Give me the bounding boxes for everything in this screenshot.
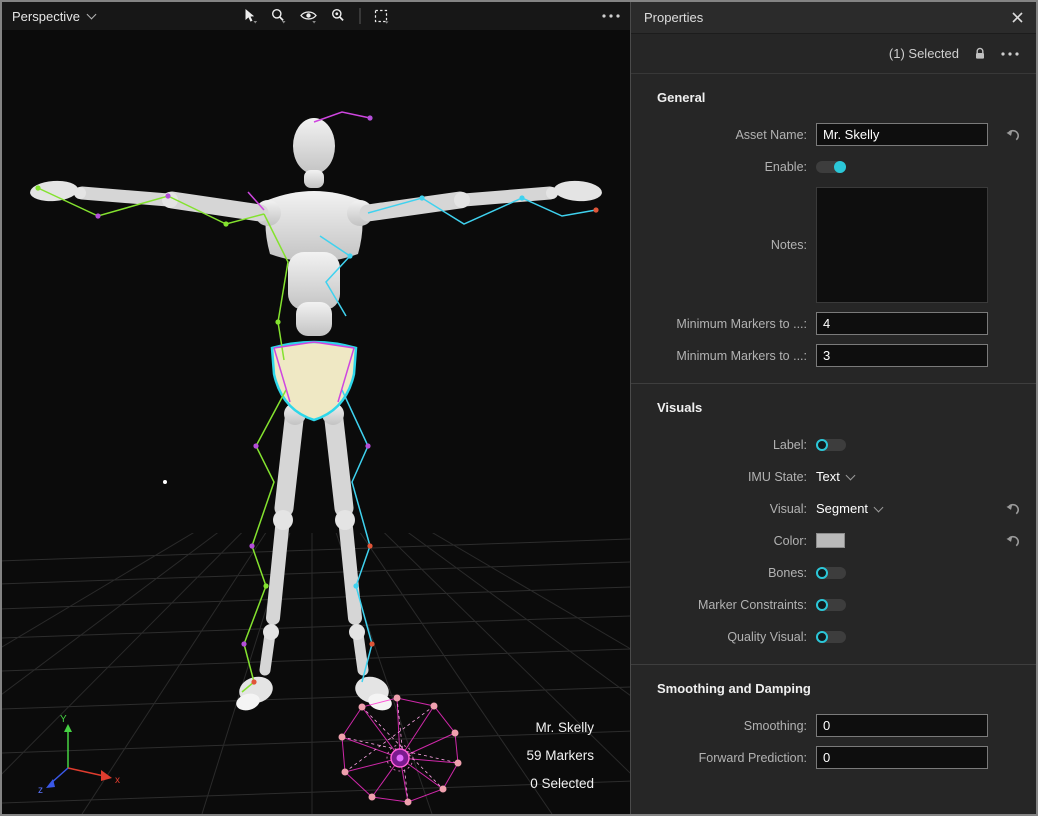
chevron-down-icon	[874, 502, 884, 512]
notes-textarea[interactable]	[816, 187, 988, 303]
min-markers-track-label: Minimum Markers to ...:	[631, 349, 816, 363]
bones-row: Bones:	[631, 561, 1036, 584]
magnifier-alt-icon[interactable]	[331, 8, 347, 24]
smoothing-row: Smoothing:	[631, 714, 1036, 737]
quality-visual-row: Quality Visual:	[631, 625, 1036, 648]
quality-visual-toggle[interactable]	[816, 631, 846, 643]
forward-prediction-input[interactable]	[816, 746, 988, 769]
properties-panel: Properties (1) Selected General Asset Na…	[630, 2, 1036, 814]
viewport-more-options-icon[interactable]	[602, 14, 620, 18]
color-reset-icon[interactable]	[1006, 534, 1020, 547]
marker-constraints-toggle[interactable]	[816, 599, 846, 611]
axis-z-label: z	[38, 785, 43, 796]
smoothing-label: Smoothing:	[631, 719, 816, 733]
scene-3d[interactable]: Y x z	[2, 30, 630, 814]
section-visuals-title: Visuals	[657, 400, 1036, 415]
visual-value: Segment	[816, 501, 868, 516]
toggle-knob	[816, 599, 828, 611]
enable-label: Enable:	[631, 160, 816, 174]
overlay-marker-count: 59 Markers	[526, 742, 594, 770]
notes-label: Notes:	[631, 238, 816, 252]
asset-name-row: Asset Name:	[631, 123, 1036, 146]
camera-selector-dropdown[interactable]: Perspective	[12, 9, 95, 24]
section-smoothing-title: Smoothing and Damping	[657, 681, 1036, 696]
min-markers-boot-row: Minimum Markers to ...:	[631, 312, 1036, 335]
min-markers-boot-input[interactable]	[816, 312, 988, 335]
visual-dropdown[interactable]: Segment	[816, 501, 882, 516]
section-divider	[631, 664, 1036, 665]
visibility-icon[interactable]	[300, 8, 318, 24]
imu-state-dropdown[interactable]: Text	[816, 469, 854, 484]
toggle-knob	[816, 567, 828, 579]
viewport-toolbar: Perspective	[2, 2, 630, 30]
close-icon[interactable]	[1012, 12, 1023, 23]
forward-prediction-row: Forward Prediction:	[631, 746, 1036, 769]
label-toggle-label: Label:	[631, 438, 816, 452]
toggle-knob	[816, 439, 828, 451]
panel-more-options-icon[interactable]	[1001, 52, 1019, 56]
toggle-knob	[816, 631, 828, 643]
marquee-select-icon[interactable]	[374, 8, 390, 24]
selected-count-label: (1) Selected	[889, 46, 959, 61]
marker-constraints-label: Marker Constraints:	[631, 598, 816, 612]
imu-state-row: IMU State: Text	[631, 465, 1036, 488]
bones-label: Bones:	[631, 566, 816, 580]
viewport-3d[interactable]: Perspective	[2, 2, 630, 814]
forward-prediction-label: Forward Prediction:	[631, 751, 816, 765]
camera-mode-label: Perspective	[12, 9, 80, 24]
toolbar-divider	[360, 8, 361, 24]
lock-icon[interactable]	[974, 47, 986, 60]
selection-header: (1) Selected	[631, 34, 1036, 74]
section-divider	[631, 383, 1036, 384]
imu-state-label: IMU State:	[631, 470, 816, 484]
chevron-down-icon	[86, 10, 96, 20]
label-toggle[interactable]	[816, 439, 846, 451]
color-swatch[interactable]	[816, 533, 845, 548]
visual-reset-icon[interactable]	[1006, 502, 1020, 515]
smoothing-input[interactable]	[816, 714, 988, 737]
overlay-asset-name: Mr. Skelly	[526, 714, 594, 742]
properties-title-bar: Properties	[631, 2, 1036, 34]
label-toggle-row: Label:	[631, 433, 1036, 456]
asset-name-reset-icon[interactable]	[1006, 128, 1020, 141]
color-row: Color:	[631, 529, 1036, 552]
visual-row: Visual: Segment	[631, 497, 1036, 520]
application-window: Perspective	[0, 0, 1038, 816]
imu-state-value: Text	[816, 469, 840, 484]
min-markers-track-row: Minimum Markers to ...:	[631, 344, 1036, 367]
color-label: Color:	[631, 534, 816, 548]
properties-body: General Asset Name: Enable: Notes: Minim…	[631, 74, 1036, 814]
marker-constraints-row: Marker Constraints:	[631, 593, 1036, 616]
asset-name-label: Asset Name:	[631, 128, 816, 142]
zoom-tool-icon[interactable]	[271, 8, 287, 24]
select-tool-icon[interactable]	[243, 8, 258, 24]
viewport-stats-overlay: Mr. Skelly 59 Markers 0 Selected	[526, 714, 594, 798]
min-markers-track-input[interactable]	[816, 344, 988, 367]
overlay-selection-count: 0 Selected	[526, 770, 594, 798]
viewport-tool-group	[243, 2, 390, 30]
axis-y-label: Y	[60, 714, 67, 725]
chevron-down-icon	[845, 470, 855, 480]
properties-title: Properties	[644, 10, 703, 25]
notes-row: Notes:	[631, 187, 1036, 303]
enable-row: Enable:	[631, 155, 1036, 178]
quality-visual-label: Quality Visual:	[631, 630, 816, 644]
bones-toggle[interactable]	[816, 567, 846, 579]
toggle-knob	[834, 161, 846, 173]
enable-toggle[interactable]	[816, 161, 846, 173]
min-markers-boot-label: Minimum Markers to ...:	[631, 317, 816, 331]
section-general-title: General	[657, 90, 1036, 105]
visual-label: Visual:	[631, 502, 816, 516]
asset-name-input[interactable]	[816, 123, 988, 146]
axis-x-label: x	[115, 775, 120, 786]
